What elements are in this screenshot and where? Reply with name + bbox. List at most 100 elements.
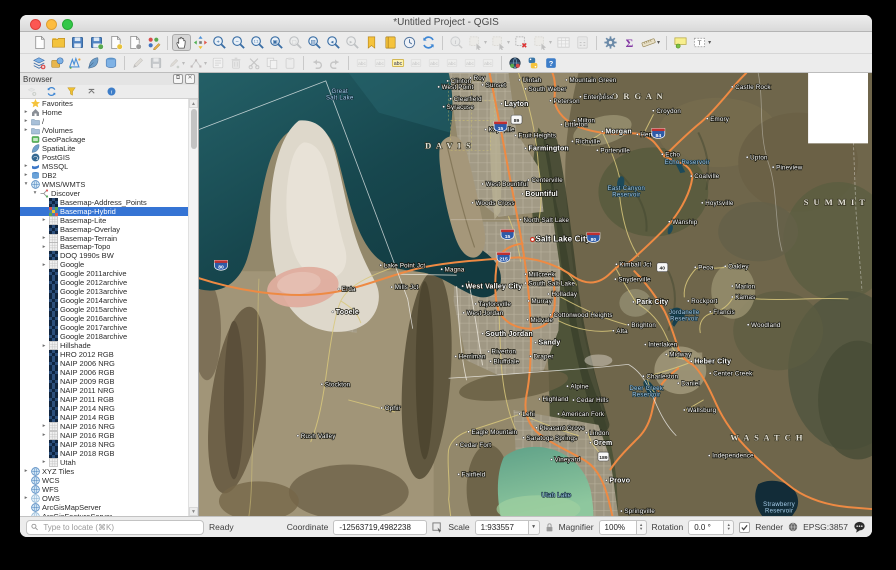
tree-item-ows[interactable]: ▸ OWS	[20, 494, 198, 503]
magnifier-spinner[interactable]: ▲ ▼	[636, 519, 647, 535]
tree-item-basemap-terrain[interactable]: ▸ Basemap-Terrain	[20, 234, 198, 243]
crs-globe-icon[interactable]	[788, 522, 798, 532]
tree-item-hillshade[interactable]: ▸ Hillshade	[20, 341, 198, 350]
tree-item-utah[interactable]: ▸ Utah	[20, 458, 198, 467]
log-messages-icon[interactable]	[853, 521, 866, 533]
zoom-out-button[interactable]: −	[229, 34, 248, 51]
tree-item-naip-2018-nrg[interactable]: NAIP 2018 NRG	[20, 439, 198, 449]
tree-item-google-2013archive[interactable]: Google 2013archive	[20, 287, 198, 297]
expand-closed-icon[interactable]: ▸	[22, 127, 30, 133]
tree-item-wms-wmts[interactable]: ▾ WMS/WMTS	[20, 180, 198, 189]
float-panel-button[interactable]: ⧉	[173, 74, 183, 84]
expand-closed-icon[interactable]: ▸	[22, 163, 30, 169]
magnifier-input[interactable]	[602, 521, 633, 533]
expand-closed-icon[interactable]: ▸	[40, 235, 48, 241]
map-tips-button[interactable]	[671, 34, 690, 51]
tree-item-hro-2012-rgb[interactable]: HRO 2012 RGB	[20, 350, 198, 360]
rotation-input[interactable]	[692, 521, 721, 533]
tree-item-arcgisfeatureserver[interactable]: ArcGisFeatureServer	[20, 512, 198, 516]
temporal-controller-button[interactable]	[400, 34, 419, 51]
tree-item-xyz-tiles[interactable]: ▸ XYZ Tiles	[20, 467, 198, 476]
expand-closed-icon[interactable]: ▸	[22, 118, 30, 124]
scale-combo[interactable]	[474, 519, 529, 535]
scale-dropdown-arrow[interactable]: ▼	[528, 519, 540, 535]
dropdown-arrow-icon[interactable]: ▾	[182, 60, 185, 67]
zoom-window-button[interactable]	[62, 19, 73, 30]
scale-input[interactable]	[478, 521, 525, 533]
dropdown-arrow-icon[interactable]: ▾	[507, 39, 510, 46]
expand-closed-icon[interactable]: ▸	[40, 432, 48, 438]
locator-box[interactable]	[26, 519, 204, 535]
data-source-manager-button[interactable]	[30, 55, 48, 71]
tree-item-naip-2011-rgb[interactable]: NAIP 2011 RGB	[20, 394, 198, 404]
tree-item-google[interactable]: ▸ Google	[20, 260, 198, 269]
measure-button[interactable]: ▾	[639, 34, 662, 51]
pan-map-button[interactable]	[172, 34, 191, 51]
title-bar[interactable]: *Untitled Project - QGIS	[20, 15, 872, 32]
tree-item-postgis[interactable]: PostGIS	[20, 153, 198, 162]
refresh-map-button[interactable]	[419, 34, 438, 51]
scroll-down-arrow[interactable]: ▼	[189, 507, 198, 516]
tree-item-basemap-topo[interactable]: ▸ Basemap-Topo	[20, 242, 198, 251]
tree-item-google-2014archive[interactable]: Google 2014archive	[20, 296, 198, 306]
collapse-all-button[interactable]	[84, 85, 99, 98]
coordinate-input[interactable]	[337, 521, 424, 533]
expand-open-icon[interactable]: ▾	[22, 181, 30, 187]
tree-item-discover[interactable]: ▾ Discover	[20, 189, 198, 198]
tree-item-basemap-lite[interactable]: ▸ Basemap-Lite	[20, 216, 198, 225]
expand-closed-icon[interactable]: ▸	[22, 109, 30, 115]
expand-closed-icon[interactable]: ▸	[40, 244, 48, 250]
tree-item-google-2017archive[interactable]: Google 2017archive	[20, 323, 198, 333]
tree-item-naip-2016-nrg[interactable]: ▸ NAIP 2016 NRG	[20, 422, 198, 431]
locator-input[interactable]	[41, 521, 199, 533]
rotation-spinner[interactable]: ▲ ▼	[724, 519, 735, 535]
scroll-up-arrow[interactable]: ▲	[189, 99, 198, 108]
help-button[interactable]: ?	[542, 55, 560, 71]
zoom-to-layer-button[interactable]: ▤	[305, 34, 324, 51]
add-vector-layer-button[interactable]	[66, 55, 84, 71]
tree-item-naip-2011-nrg[interactable]: NAIP 2011 NRG	[20, 385, 198, 395]
open-project-button[interactable]	[49, 34, 68, 51]
expand-closed-icon[interactable]: ▸	[22, 495, 30, 501]
tree-item-basemap-hybrid[interactable]: Basemap-Hybrid	[20, 206, 198, 216]
processing-toolbox-button[interactable]	[601, 34, 620, 51]
layout-manager-button[interactable]	[125, 34, 144, 51]
close-window-button[interactable]	[30, 19, 41, 30]
tree-item-geopackage[interactable]: GeoPackage	[20, 135, 198, 144]
add-geopackage-layer-button[interactable]	[48, 55, 66, 71]
dropdown-arrow-icon[interactable]: ▾	[549, 39, 552, 46]
minimize-window-button[interactable]	[46, 19, 57, 30]
expand-closed-icon[interactable]: ▸	[40, 423, 48, 429]
render-checkbox[interactable]	[739, 521, 751, 533]
python-console-button[interactable]	[524, 55, 542, 71]
tree-item--[interactable]: ▸ /	[20, 117, 198, 126]
save-project-button[interactable]	[68, 34, 87, 51]
save-project-as-button[interactable]	[87, 34, 106, 51]
dropdown-arrow-icon[interactable]: ▾	[657, 39, 660, 46]
tree-item--volumes[interactable]: ▸ /Volumes	[20, 126, 198, 135]
tree-item-naip-2009-rgb[interactable]: NAIP 2009 RGB	[20, 377, 198, 387]
tree-item-naip-2018-rgb[interactable]: NAIP 2018 RGB	[20, 448, 198, 458]
tree-item-basemap-address-points[interactable]: Basemap-Address_Points	[20, 197, 198, 207]
tree-item-db2[interactable]: ▸ DB2	[20, 171, 198, 180]
text-annotation-button[interactable]: T ▾	[690, 34, 713, 51]
tree-item-wcs[interactable]: WCS	[20, 476, 198, 485]
tree-item-naip-2006-nrg[interactable]: NAIP 2006 NRG	[20, 359, 198, 369]
map-canvas[interactable]: D A V I SM O R G A NS U M M I TW A S A T…	[199, 73, 872, 516]
tree-item-home[interactable]: ▸ Home	[20, 108, 198, 117]
pan-to-selection-button[interactable]	[191, 34, 210, 51]
tree-item-naip-2014-rgb[interactable]: NAIP 2014 RGB	[20, 412, 198, 422]
expand-closed-icon[interactable]: ▸	[40, 217, 48, 223]
enable-properties-widget-button[interactable]: i	[104, 85, 119, 98]
tree-item-google-2011archive[interactable]: Google 2011archive	[20, 269, 198, 279]
close-panel-button[interactable]: ✕	[185, 74, 195, 84]
zoom-last-button[interactable]: ◂	[324, 34, 343, 51]
scrollbar-thumb[interactable]	[190, 109, 197, 149]
browser-scrollbar[interactable]: ▲ ▼	[188, 99, 198, 516]
tree-item-doq-1990s-bw[interactable]: DOQ 1990s BW	[20, 251, 198, 261]
tree-item-spatialite[interactable]: SpatiaLite	[20, 144, 198, 153]
expand-open-icon[interactable]: ▾	[31, 190, 39, 196]
quickmapservices-button[interactable]	[506, 55, 524, 71]
expand-closed-icon[interactable]: ▸	[40, 262, 48, 268]
style-manager-button[interactable]	[144, 34, 163, 51]
